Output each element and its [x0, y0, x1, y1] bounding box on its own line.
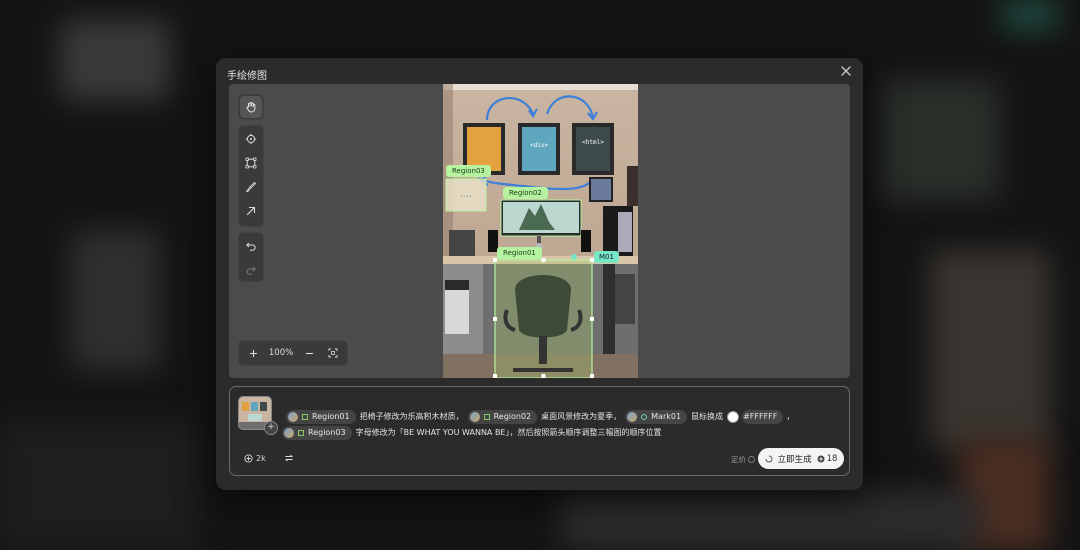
- modal-title: 手绘修图: [227, 71, 267, 82]
- prompt-text-segment: 把椅子修改为乐高积木材质，: [359, 412, 464, 421]
- resolution-icon: [244, 453, 253, 463]
- region02-label[interactable]: Region02: [503, 187, 548, 199]
- close-button[interactable]: [839, 64, 853, 78]
- swap-button[interactable]: [284, 453, 294, 463]
- crosshair-icon: [641, 413, 648, 420]
- redo-icon: [246, 266, 256, 275]
- svg-text:••••: ••••: [460, 194, 472, 200]
- minus-icon: [305, 352, 313, 354]
- region-select-icon: [302, 413, 308, 420]
- region-select-icon: [483, 413, 490, 420]
- prompt-text-segment: 桌面风景修改为夏季，: [541, 412, 622, 421]
- history-tool-group: [238, 232, 264, 282]
- draw-tool-group: [238, 125, 264, 227]
- generate-cost: 18: [817, 454, 837, 464]
- prompt-text[interactable]: Region01 把椅子修改为乐高积木材质， Region02 桌面风景修改为夏…: [282, 409, 842, 441]
- region03-label[interactable]: Region03: [446, 165, 491, 177]
- region-select-icon: [298, 429, 304, 436]
- region02-chip[interactable]: Region02: [467, 409, 538, 424]
- prompt-footer-left: 2k: [244, 453, 294, 463]
- frame-right-text: <html>: [582, 139, 604, 146]
- region03-chip[interactable]: Region03: [282, 425, 352, 440]
- arrow-up-right-icon: [246, 206, 256, 216]
- region-select-icon: [245, 157, 257, 169]
- prompt-line-1: Region01 把椅子修改为乐高积木材质， Region02 桌面风景修改为夏…: [282, 409, 842, 424]
- prompt-text-segment: 字母修改为「BE WHAT YOU WANNA BE」，然后按照箭头顺序调整三幅…: [355, 428, 662, 437]
- mark01-label[interactable]: M01: [594, 251, 619, 263]
- region-tool[interactable]: [240, 152, 262, 174]
- hand-icon: [246, 101, 256, 113]
- thumbnail-icon: [469, 411, 480, 422]
- color-hex-chip[interactable]: #FFFFFF: [742, 409, 784, 424]
- undo-icon: [246, 242, 256, 251]
- prompt-box[interactable]: + Region01 把椅子修改为乐高积木材质， Region02 桌面风景修改…: [229, 386, 850, 476]
- color-swatch[interactable]: [727, 410, 740, 423]
- plus-icon: [249, 349, 257, 357]
- brush-icon: [245, 181, 257, 193]
- region01-chip[interactable]: Region01: [286, 409, 356, 424]
- fit-screen-button[interactable]: [325, 345, 341, 361]
- undo-button[interactable]: [240, 235, 262, 257]
- image-canvas[interactable]: 100% <div> <html> •••• Region03 Region02…: [229, 84, 850, 378]
- generate-button[interactable]: 立即生成 18: [758, 448, 844, 469]
- prompt-text-segment: ，: [786, 412, 795, 421]
- frame-center-text: <div>: [530, 142, 548, 149]
- arrow-tool[interactable]: [240, 200, 262, 222]
- thumbnail-icon: [284, 427, 294, 438]
- brush-tool[interactable]: [240, 176, 262, 198]
- hand-tool[interactable]: [240, 96, 262, 118]
- zoom-in-button[interactable]: [245, 345, 261, 361]
- pan-tool-group: [238, 94, 264, 120]
- resolution-selector[interactable]: 2k: [244, 454, 266, 463]
- edited-photo[interactable]: <div> <html> •••• Region03 Region02 Regi…: [443, 84, 638, 378]
- hand-draw-edit-modal: 手绘修图 100% <div> <html> •••• Region03 Reg…: [216, 58, 863, 490]
- crosshair-icon: [245, 133, 257, 145]
- price-info: 定价: [731, 454, 755, 465]
- info-icon: [748, 456, 755, 463]
- loading-spinner-icon: [765, 455, 773, 462]
- region01-label[interactable]: Region01: [497, 247, 542, 259]
- redo-button[interactable]: [240, 259, 262, 281]
- zoom-level: 100%: [268, 348, 294, 358]
- add-image-button[interactable]: +: [264, 421, 278, 435]
- swap-icon: [284, 454, 293, 462]
- mark01-chip[interactable]: Mark01: [625, 409, 688, 424]
- credit-coin-icon: [817, 455, 825, 462]
- mark-tool[interactable]: [240, 128, 262, 150]
- fit-screen-icon: [328, 348, 338, 358]
- thumbnail-icon: [627, 411, 638, 422]
- zoom-controls: 100%: [238, 340, 348, 366]
- prompt-line-2: Region03 字母修改为「BE WHAT YOU WANNA BE」，然后按…: [282, 425, 842, 440]
- zoom-out-button[interactable]: [301, 345, 317, 361]
- prompt-text-segment: 鼠标换成: [691, 412, 724, 421]
- close-icon: [841, 66, 851, 76]
- thumbnail-icon: [288, 411, 298, 422]
- desk-photo-illustration: <div> <html> ••••: [443, 84, 638, 378]
